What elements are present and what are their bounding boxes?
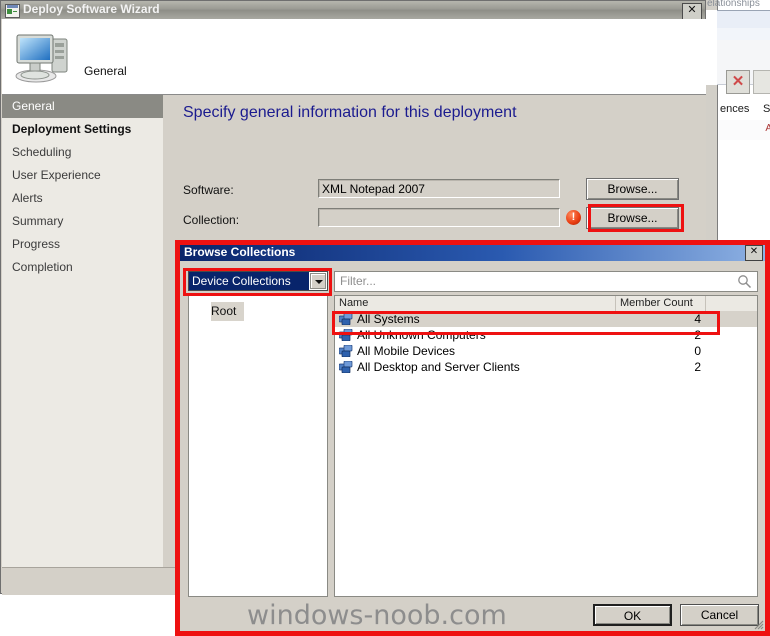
filter-input[interactable]: Filter... <box>334 271 758 292</box>
sidebar-item-summary[interactable]: Summary <box>2 210 163 233</box>
table-row[interactable]: All Unknown Computers 2 <box>335 327 757 343</box>
table-row[interactable]: All Mobile Devices 0 <box>335 343 757 359</box>
background-header-text: elationships <box>707 0 760 9</box>
row-member-count: 0 <box>694 344 701 358</box>
screenshot-root: elationships ✕ ences S A Deploy Software… <box>0 0 770 636</box>
background-column-header: A <box>718 120 770 141</box>
row-name: All Systems <box>357 312 420 326</box>
collection-icon <box>339 313 353 325</box>
background-toolbar-button[interactable] <box>753 70 770 94</box>
collection-input[interactable] <box>318 208 560 227</box>
ok-button[interactable]: OK <box>593 604 672 626</box>
delete-x-icon: ✕ <box>731 73 745 90</box>
software-browse-button[interactable]: Browse... <box>586 178 679 200</box>
collections-list[interactable]: Name Member Count All Systems 4 All Unkn… <box>334 295 758 597</box>
wizard-window-icon <box>5 4 20 18</box>
row-name: All Unknown Computers <box>357 328 486 342</box>
collection-browse-button[interactable]: Browse... <box>586 207 679 229</box>
filter-placeholder-text: Filter... <box>340 274 377 288</box>
row-member-count: 2 <box>694 328 701 342</box>
collection-icon <box>339 329 353 341</box>
validation-error-icon: ! <box>566 210 581 225</box>
sidebar-item-progress[interactable]: Progress <box>2 233 163 256</box>
table-row[interactable]: All Desktop and Server Clients 2 <box>335 359 757 375</box>
list-header: Name Member Count <box>335 296 757 312</box>
wizard-close-button[interactable]: ✕ <box>682 3 702 20</box>
row-member-count: 2 <box>694 360 701 374</box>
search-magnifier-icon[interactable] <box>737 274 752 289</box>
watermark-text: windows-noob.com <box>247 600 507 631</box>
sidebar-item-user-experience[interactable]: User Experience <box>2 164 163 187</box>
sidebar-item-scheduling[interactable]: Scheduling <box>2 141 163 164</box>
column-header-name[interactable]: Name <box>339 296 368 311</box>
row-name: All Desktop and Server Clients <box>357 360 520 374</box>
dialog-close-button[interactable]: ✕ <box>745 245 763 261</box>
collection-type-dropdown[interactable]: Device Collections <box>188 271 328 291</box>
column-header-member-count[interactable]: Member Count <box>615 296 705 311</box>
background-delete-button[interactable]: ✕ <box>726 70 750 94</box>
collection-tree-panel[interactable]: Root <box>188 295 328 597</box>
dialog-title-bar[interactable]: Browse Collections ✕ <box>179 244 766 261</box>
sidebar-item-deployment-settings[interactable]: Deployment Settings <box>2 118 163 141</box>
sidebar-item-general[interactable]: General <box>2 95 163 118</box>
chevron-down-icon[interactable] <box>310 273 326 289</box>
resize-grip-icon[interactable] <box>752 618 764 630</box>
wizard-header: General <box>2 19 706 95</box>
collection-type-value: Device Collections <box>189 272 309 290</box>
background-tab-references[interactable]: ences <box>718 98 763 120</box>
wizard-step-sidebar: General Deployment Settings Scheduling U… <box>2 95 164 567</box>
collection-label: Collection: <box>183 213 240 227</box>
background-ribbon-bar <box>717 10 770 30</box>
collection-icon <box>339 361 353 373</box>
column-divider <box>705 296 706 311</box>
sidebar-item-completion[interactable]: Completion <box>2 256 163 279</box>
wizard-page-title: General <box>84 64 127 78</box>
software-label: Software: <box>183 183 234 197</box>
wizard-title-text: Deploy Software Wizard <box>23 2 160 16</box>
dialog-title-text: Browse Collections <box>184 245 296 259</box>
wizard-title-bar[interactable]: Deploy Software Wizard ✕ <box>1 1 705 20</box>
table-row[interactable]: All Systems 4 <box>335 311 757 327</box>
background-left-pane-white <box>705 10 717 85</box>
software-input[interactable]: XML Notepad 2007 <box>318 179 560 198</box>
computer-monitor-icon <box>15 34 68 83</box>
content-heading: Specify general information for this dep… <box>183 104 517 121</box>
tree-node-root[interactable]: Root <box>211 302 245 321</box>
sidebar-item-alerts[interactable]: Alerts <box>2 187 163 210</box>
row-member-count: 4 <box>694 312 701 326</box>
browse-collections-dialog: Browse Collections ✕ Device Collections … <box>178 243 767 633</box>
background-tab-s[interactable]: S <box>761 98 770 120</box>
background-column-hint: A <box>765 123 770 134</box>
collection-icon <box>339 345 353 357</box>
row-name: All Mobile Devices <box>357 344 456 358</box>
cancel-button[interactable]: Cancel <box>680 604 759 626</box>
